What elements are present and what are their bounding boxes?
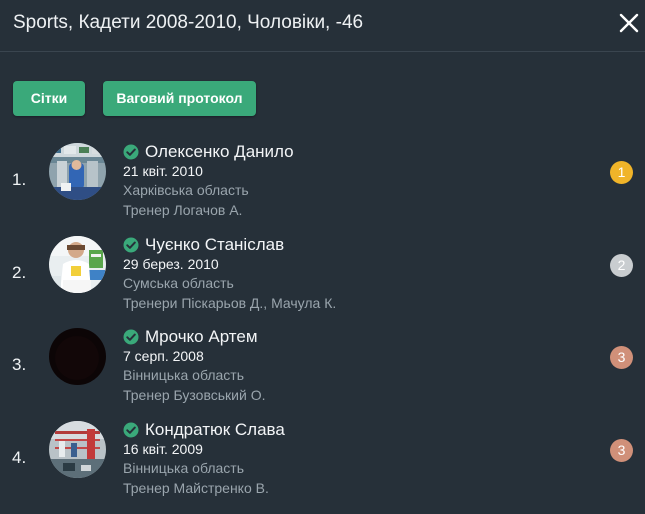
athlete-row[interactable]: 3. Мрочко Артем 7 серп. 2008 Вінницька о… — [0, 326, 645, 421]
athlete-info: Чуєнко Станіслав 29 берез. 2010 Сумська … — [123, 234, 336, 313]
athlete-info: Олексенко Данило 21 квіт. 2010 Харківськ… — [123, 141, 294, 220]
check-circle-icon — [123, 422, 139, 438]
athlete-name[interactable]: Кондратюк Слава — [145, 420, 285, 440]
athlete-row[interactable]: 2. Чуєнко Станіслав 29 берез. 2010 Сумсь… — [0, 234, 645, 329]
athlete-rank: 3. — [12, 355, 27, 374]
athlete-region: Харківська область — [123, 182, 249, 198]
athlete-name[interactable]: Чуєнко Станіслав — [145, 235, 284, 255]
close-button[interactable] — [617, 11, 641, 35]
athlete-rank: 4. — [12, 448, 27, 467]
athlete-rank: 1. — [12, 170, 27, 189]
athlete-row[interactable]: 4. Кондратюк Слава 16 квіт. 2009 Вінниць… — [0, 419, 645, 514]
athlete-dob: 29 берез. 2010 — [123, 256, 219, 272]
athlete-rank: 2. — [12, 263, 27, 282]
avatar[interactable] — [49, 236, 106, 293]
avatar[interactable] — [49, 328, 106, 385]
close-icon — [619, 13, 639, 33]
dialog-header: Sports, Кадети 2008-2010, Чоловіки, -46 — [0, 0, 645, 52]
athlete-region: Вінницька область — [123, 460, 244, 476]
check-circle-icon — [123, 144, 139, 160]
athlete-name[interactable]: Олексенко Данило — [145, 142, 294, 162]
athlete-region: Вінницька область — [123, 367, 244, 383]
weight-protocol-button[interactable]: Ваговий протокол — [103, 81, 256, 116]
athlete-row[interactable]: 1. Олексенко Данило 21 квіт. 2010 Харків… — [0, 141, 645, 236]
avatar[interactable] — [49, 143, 106, 200]
athlete-info: Кондратюк Слава 16 квіт. 2009 Вінницька … — [123, 419, 285, 498]
grids-button[interactable]: Сітки — [13, 81, 85, 116]
athlete-dob: 7 серп. 2008 — [123, 348, 204, 364]
athlete-coach: Тренер Бузовський О. — [123, 387, 266, 403]
avatar[interactable] — [49, 421, 106, 478]
athlete-name[interactable]: Мрочко Артем — [145, 327, 258, 347]
check-circle-icon — [123, 329, 139, 345]
athlete-info: Мрочко Артем 7 серп. 2008 Вінницька обла… — [123, 326, 265, 405]
medal-badge: 3 — [610, 346, 633, 369]
athlete-coach: Тренери Піскарьов Д., Мачула К. — [123, 295, 337, 311]
medal-badge: 3 — [610, 439, 633, 462]
dialog-title: Sports, Кадети 2008-2010, Чоловіки, -46 — [13, 12, 364, 33]
check-circle-icon — [123, 237, 139, 253]
medal-badge: 2 — [610, 254, 633, 277]
medal-badge: 1 — [610, 161, 633, 184]
athlete-dob: 21 квіт. 2010 — [123, 163, 203, 179]
athlete-dob: 16 квіт. 2009 — [123, 441, 203, 457]
athlete-coach: Тренер Логачов А. — [123, 202, 243, 218]
athlete-region: Сумська область — [123, 275, 234, 291]
athlete-coach: Тренер Майстренко В. — [123, 480, 269, 496]
